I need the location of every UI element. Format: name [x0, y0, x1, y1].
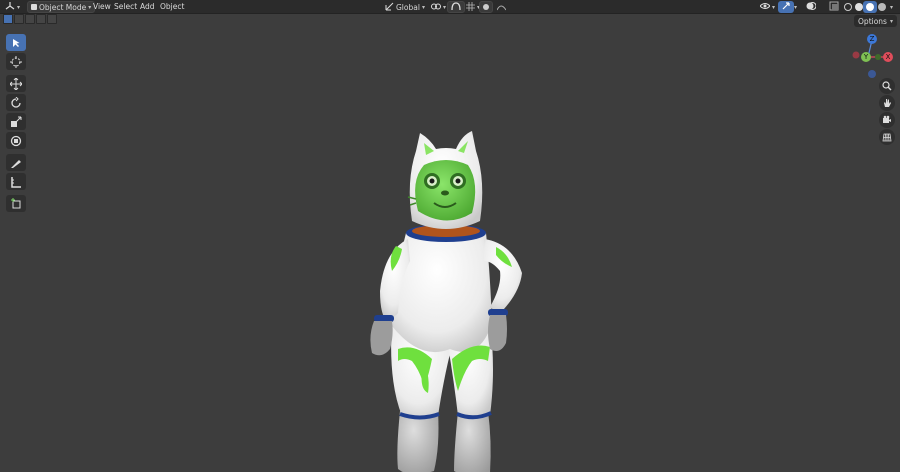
chevron-down-icon: ▾ — [421, 3, 425, 11]
overlays-toggle[interactable] — [803, 1, 819, 13]
transform-icon — [10, 135, 22, 146]
gizmo-dropdown[interactable]: ▾ — [791, 1, 800, 13]
chevron-down-icon: ▾ — [794, 3, 798, 11]
add-cube-icon — [11, 197, 21, 208]
pan-button[interactable] — [879, 95, 895, 111]
cursor-icon — [13, 38, 20, 47]
chevron-down-icon: ▾ — [17, 3, 21, 11]
rotate-icon — [11, 96, 21, 108]
select-box-tool[interactable] — [6, 34, 26, 51]
cursor-tool[interactable] — [6, 53, 26, 70]
select-extend-button[interactable] — [14, 14, 24, 24]
falloff-dropdown[interactable] — [494, 1, 509, 13]
hand-icon — [884, 99, 891, 107]
transform-orientation-dropdown[interactable]: Global ▾ — [382, 1, 428, 13]
chevron-down-icon: ▾ — [889, 17, 893, 25]
visibility-dropdown[interactable]: ▾ — [757, 1, 778, 13]
navigation-gizmo[interactable]: Z Y X — [848, 32, 898, 80]
proportional-edit-icon — [483, 4, 489, 10]
select-invert-button[interactable] — [36, 14, 46, 24]
chevron-down-icon: ▾ — [443, 3, 447, 11]
zoom-button[interactable] — [879, 78, 895, 94]
eye-icon — [759, 2, 771, 12]
gizmo-y-axis[interactable]: Y — [861, 52, 871, 62]
solid-icon — [855, 3, 863, 11]
viewport-header: ▾ Object Mode ▾ View Select Add Object G… — [0, 0, 900, 14]
overlays-icon — [806, 1, 817, 13]
add-cube-tool[interactable] — [6, 195, 26, 212]
material-icon — [866, 3, 874, 11]
object-mode-icon — [31, 4, 37, 10]
menu-select[interactable]: Select — [114, 2, 137, 11]
move-icon — [10, 77, 22, 90]
select-intersect-button[interactable] — [47, 14, 57, 24]
select-subtract-button[interactable] — [25, 14, 35, 24]
scale-tool[interactable] — [6, 113, 26, 130]
menu-view[interactable]: View — [93, 2, 111, 11]
xray-icon — [829, 1, 839, 13]
transform-tool[interactable] — [6, 132, 26, 149]
3d-viewport-icon — [5, 1, 15, 13]
pivot-point-dropdown[interactable]: ▾ — [428, 1, 449, 13]
options-dropdown[interactable]: Options ▾ — [854, 15, 897, 27]
chevron-down-icon: ▾ — [88, 3, 92, 11]
gizmo-x-axis[interactable]: X — [883, 52, 893, 62]
snap-icon — [451, 1, 461, 13]
gizmo-z-axis[interactable]: Z — [867, 34, 877, 44]
measure-icon — [11, 176, 21, 188]
3d-viewport[interactable] — [0, 26, 900, 472]
rotate-tool[interactable] — [6, 94, 26, 111]
gizmo-icon — [781, 1, 791, 13]
3d-cursor-icon — [10, 55, 22, 68]
pivot-icon — [431, 2, 441, 13]
xray-toggle[interactable] — [826, 1, 842, 13]
grid-perspective-icon — [882, 133, 892, 142]
chevron-down-icon: ▾ — [890, 3, 894, 11]
wireframe-icon — [844, 3, 852, 11]
mode-label: Object Mode — [39, 2, 87, 12]
scale-icon — [11, 116, 22, 127]
camera-view-button[interactable] — [879, 112, 895, 128]
orientation-icon — [385, 2, 394, 13]
rendered-icon — [878, 3, 886, 11]
grid-icon — [466, 1, 475, 13]
perspective-toggle-button[interactable] — [879, 129, 895, 145]
orientation-label: Global — [396, 2, 420, 12]
zoom-icon — [882, 81, 892, 91]
menu-object[interactable]: Object — [160, 2, 184, 11]
measure-tool[interactable] — [6, 173, 26, 190]
proportional-editing-toggle[interactable] — [479, 1, 493, 13]
annotate-tool[interactable] — [6, 154, 26, 171]
mode-dropdown[interactable]: Object Mode ▾ — [27, 1, 96, 13]
editor-type-button[interactable]: ▾ — [2, 1, 23, 13]
falloff-icon — [496, 2, 507, 13]
selection-mode-group — [3, 14, 57, 26]
move-tool[interactable] — [6, 75, 26, 92]
menu-add[interactable]: Add — [140, 2, 155, 11]
annotate-icon — [11, 159, 21, 168]
chevron-down-icon: ▾ — [772, 3, 776, 11]
options-label: Options — [858, 16, 887, 26]
character-model[interactable] — [340, 121, 570, 472]
shading-dropdown[interactable]: ▾ — [887, 1, 896, 13]
camera-icon — [883, 115, 891, 123]
select-new-button[interactable] — [3, 14, 13, 24]
